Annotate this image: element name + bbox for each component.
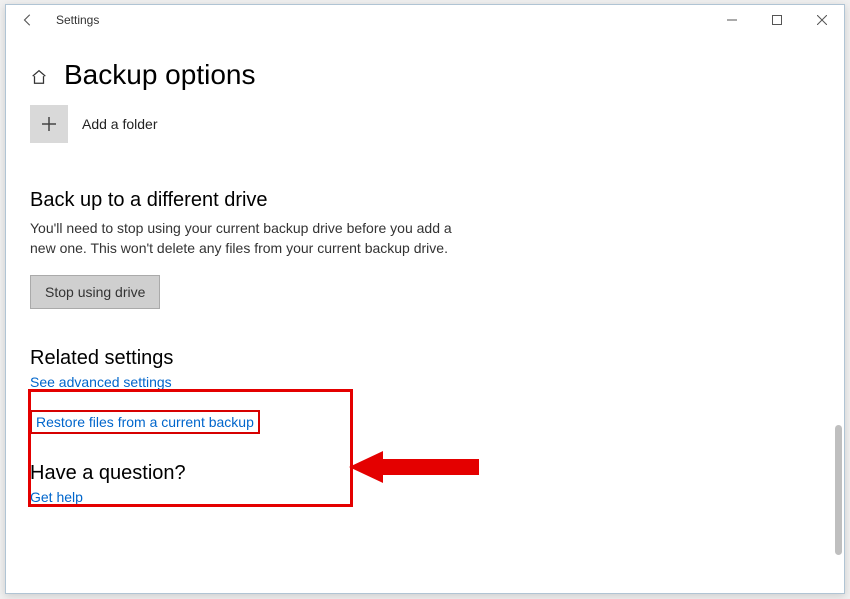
back-icon[interactable] bbox=[14, 6, 42, 34]
stop-using-drive-button[interactable]: Stop using drive bbox=[30, 275, 160, 309]
related-settings-heading: Related settings bbox=[30, 347, 820, 370]
see-advanced-settings-link[interactable]: See advanced settings bbox=[30, 374, 172, 390]
scrollbar-thumb[interactable] bbox=[835, 425, 842, 555]
maximize-button[interactable] bbox=[754, 5, 799, 35]
add-folder-label: Add a folder bbox=[82, 116, 158, 132]
page-title: Backup options bbox=[64, 59, 255, 91]
title-bar: Settings bbox=[6, 5, 844, 35]
window-controls bbox=[709, 5, 844, 35]
backup-drive-heading: Back up to a different drive bbox=[30, 189, 460, 212]
related-settings-section: Related settings See advanced settings R… bbox=[30, 347, 820, 434]
settings-content: Backup options Add a folder Back up to a… bbox=[6, 35, 844, 507]
add-folder-row[interactable]: Add a folder bbox=[30, 105, 820, 143]
home-icon[interactable] bbox=[30, 68, 48, 86]
get-help-link[interactable]: Get help bbox=[30, 489, 83, 505]
plus-icon[interactable] bbox=[30, 105, 68, 143]
minimize-button[interactable] bbox=[709, 5, 754, 35]
restore-files-link[interactable]: Restore files from a current backup bbox=[30, 410, 260, 434]
have-a-question-section: Have a question? Get help bbox=[30, 462, 820, 507]
backup-drive-description: You'll need to stop using your current b… bbox=[30, 218, 460, 259]
window-title: Settings bbox=[56, 13, 99, 27]
backup-drive-section: Back up to a different drive You'll need… bbox=[30, 189, 460, 309]
have-a-question-heading: Have a question? bbox=[30, 462, 820, 485]
close-button[interactable] bbox=[799, 5, 844, 35]
